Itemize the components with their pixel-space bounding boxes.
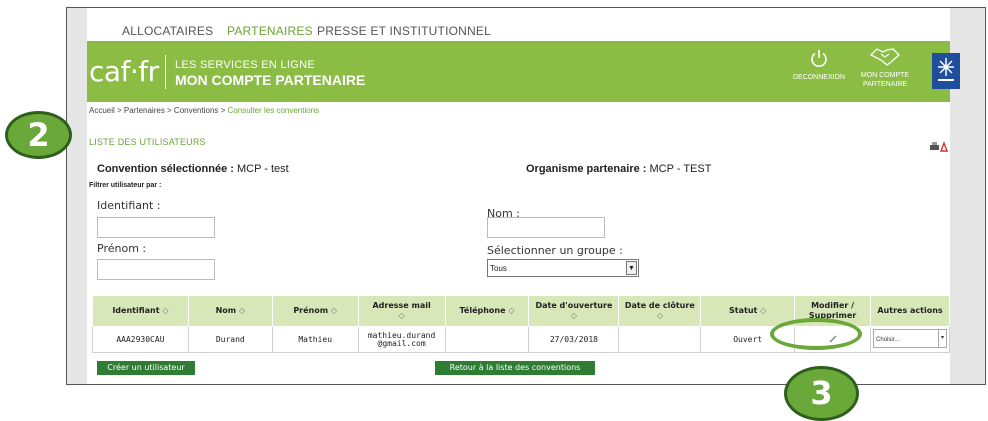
back-to-list-button[interactable]: Retour à la liste des conventions: [435, 361, 595, 375]
sort-icon: ◇: [570, 311, 577, 320]
nav-allocataires[interactable]: ALLOCATAIRES: [122, 24, 213, 38]
col-email[interactable]: Adresse mail ◇: [357, 295, 446, 327]
export-icons: [929, 140, 949, 158]
identifiant-input[interactable]: [97, 217, 215, 238]
convention-value: MCP - test: [236, 163, 289, 175]
prenom-input[interactable]: [97, 259, 215, 280]
logout-label: DECONNEXION: [792, 74, 846, 81]
sort-icon: ◇: [508, 306, 515, 315]
sort-icon: ◇: [238, 306, 246, 315]
create-user-button[interactable]: Créer un utilisateur: [97, 361, 195, 375]
top-navigation: ALLOCATAIRES PARTENAIRES PRESSE ET INSTI…: [87, 8, 950, 41]
nav-presse[interactable]: PRESSE ET INSTITUTIONNEL: [317, 24, 491, 38]
col-telephone[interactable]: Téléphone ◇: [444, 295, 530, 327]
cell-nom: Durand: [187, 326, 273, 353]
logout-button[interactable]: DECONNEXION: [789, 49, 849, 82]
cell-date-ouverture: 27/03/2018: [528, 326, 620, 353]
sort-icon: ◇: [760, 306, 767, 315]
organisme-value: MCP - TEST: [649, 163, 712, 175]
pdf-icon[interactable]: [939, 141, 949, 152]
sort-icon: ◇: [162, 306, 169, 315]
site-header: caf·fr LES SERVICES EN LIGNE MON COMPTE …: [87, 41, 960, 102]
col-identifiant[interactable]: Identifiant ◇: [92, 295, 189, 327]
nav-partenaires[interactable]: PARTENAIRES: [227, 24, 313, 38]
snowflake-icon: [938, 58, 954, 81]
breadcrumb-trail[interactable]: Accueil > Partenaires > Conventions >: [89, 106, 228, 115]
organisme-label: Organisme partenaire :: [526, 163, 647, 175]
highlight-ellipse: [770, 318, 862, 350]
printer-icon[interactable]: [930, 142, 939, 150]
account-label-2: PARTENAIRE: [862, 81, 908, 88]
step-badge-3: 3: [784, 366, 859, 421]
cell-email: mathieu.durand @gmail.com: [357, 326, 446, 353]
sort-icon: ◇: [656, 311, 663, 320]
account-label-1: MON COMPTE: [860, 72, 910, 79]
cell-telephone: [444, 326, 530, 353]
breadcrumb: Accueil > Partenaires > Conventions > Co…: [89, 106, 319, 115]
services-line2: MON COMPTE PARTENAIRE: [175, 72, 366, 88]
account-button[interactable]: MON COMPTE PARTENAIRE: [857, 45, 913, 89]
nom-input[interactable]: [487, 217, 605, 238]
logo-divider: [165, 55, 166, 89]
cell-identifiant: AAA2930CAU: [92, 326, 189, 353]
breadcrumb-current: Consulter les conventions: [227, 106, 320, 115]
col-date-cloture[interactable]: Date de clôture ◇: [618, 295, 702, 327]
dropdown-arrow-icon[interactable]: ▼: [626, 261, 637, 275]
action-select-value: Choisir...: [876, 337, 900, 343]
sort-icon: ◇: [330, 306, 338, 315]
handshake-icon: [869, 48, 900, 66]
power-icon: [811, 50, 827, 67]
sort-icon: ◇: [398, 311, 405, 320]
col-nom[interactable]: Nom ◇: [187, 295, 273, 327]
caf-logo[interactable]: caf·fr: [89, 55, 159, 88]
prenom-label: Prénom :: [97, 242, 147, 255]
groupe-label: Sélectionner un groupe :: [487, 244, 623, 257]
col-prenom[interactable]: Prénom ◇: [271, 295, 359, 327]
cell-prenom: Mathieu: [271, 326, 359, 353]
action-select[interactable]: Choisir... ▾: [873, 329, 948, 348]
cell-autres-actions: Choisir... ▾: [870, 326, 950, 353]
cell-date-cloture: [618, 326, 702, 353]
col-autres-actions: Autres actions: [870, 295, 950, 327]
identifiant-label: Identifiant :: [97, 199, 161, 212]
col-date-ouverture[interactable]: Date d'ouverture ◇: [528, 295, 620, 327]
dropdown-arrow-icon[interactable]: ▾: [938, 330, 946, 347]
page-title: LISTE DES UTILISATEURS: [89, 137, 206, 147]
services-line1: LES SERVICES EN LIGNE: [175, 59, 315, 71]
groupe-select-value: Tous: [490, 264, 507, 273]
organisme-info: Organisme partenaire : MCP - TEST: [526, 163, 711, 175]
allocations-familiales-logo: [932, 53, 960, 89]
step-badge-2: 2: [5, 111, 72, 159]
convention-info: Convention sélectionnée : MCP - test: [97, 163, 289, 175]
col-statut[interactable]: Statut ◇: [700, 295, 796, 327]
left-margin: [67, 8, 87, 384]
filter-heading: Filtrer utilisateur par :: [89, 182, 162, 189]
groupe-select[interactable]: Tous ▼: [487, 259, 639, 277]
convention-label: Convention sélectionnée :: [97, 163, 234, 175]
